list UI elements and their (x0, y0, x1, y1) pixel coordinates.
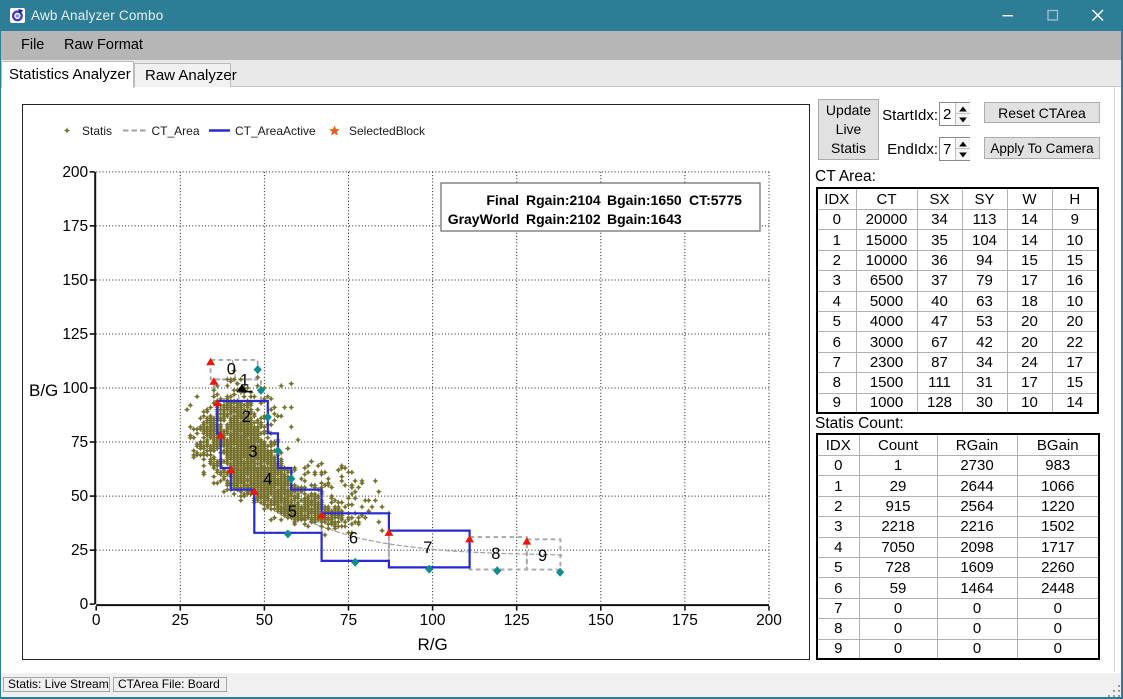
svg-text:0: 0 (227, 361, 236, 379)
svg-text:CT:5775: CT:5775 (689, 192, 742, 208)
svg-text:CT_Area: CT_Area (152, 124, 200, 138)
svg-text:Final: Final (486, 192, 519, 208)
svg-text:75: 75 (71, 434, 88, 451)
svg-text:3: 3 (248, 443, 257, 461)
svg-text:0: 0 (80, 596, 89, 613)
svg-text:150: 150 (62, 272, 88, 289)
svg-text:CT_AreaActive: CT_AreaActive (235, 124, 316, 138)
svg-text:5: 5 (288, 503, 297, 521)
svg-text:Statis: Statis (82, 124, 112, 138)
svg-text:25: 25 (71, 542, 88, 559)
svg-text:2: 2 (242, 408, 251, 426)
svg-text:R/G: R/G (417, 635, 447, 654)
svg-text:GrayWorld: GrayWorld (448, 211, 519, 227)
svg-text:Rgain:2102: Rgain:2102 (526, 211, 601, 227)
svg-text:Bgain:1643: Bgain:1643 (607, 211, 682, 227)
svg-text:Bgain:1650: Bgain:1650 (607, 192, 682, 208)
svg-text:0: 0 (92, 612, 101, 629)
svg-text:125: 125 (62, 326, 88, 343)
svg-text:125: 125 (504, 612, 530, 629)
svg-text:6: 6 (349, 530, 358, 548)
svg-text:SelectedBlock: SelectedBlock (349, 124, 426, 138)
svg-text:Rgain:2104: Rgain:2104 (526, 192, 601, 208)
svg-text:200: 200 (62, 164, 88, 181)
svg-text:9: 9 (538, 547, 547, 565)
svg-text:50: 50 (71, 488, 89, 505)
svg-text:50: 50 (256, 612, 274, 629)
svg-text:75: 75 (340, 612, 357, 629)
svg-text:7: 7 (423, 539, 432, 557)
svg-text:1: 1 (240, 371, 249, 389)
svg-text:200: 200 (756, 612, 782, 629)
svg-text:100: 100 (62, 380, 88, 397)
svg-text:150: 150 (588, 612, 614, 629)
svg-text:B/G: B/G (29, 381, 58, 400)
svg-text:175: 175 (62, 218, 88, 235)
svg-text:8: 8 (491, 545, 500, 563)
svg-text:175: 175 (672, 612, 698, 629)
svg-text:100: 100 (420, 612, 446, 629)
svg-text:25: 25 (172, 612, 189, 629)
svg-text:4: 4 (263, 471, 272, 489)
